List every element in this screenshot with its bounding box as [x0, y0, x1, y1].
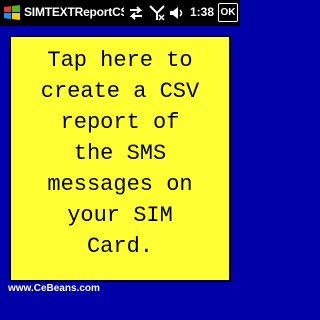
app-title: SIMTEXTReportCS — [24, 5, 124, 19]
windows-flag-icon[interactable] — [3, 4, 21, 22]
report-prompt-text: Tap here to create a CSV report of the S… — [40, 48, 200, 259]
volume-icon[interactable] — [168, 4, 186, 22]
screen: SIMTEXTReportCS 1:38 OK Tap here to crea… — [0, 0, 240, 320]
signal-off-icon[interactable] — [148, 4, 166, 22]
ok-button[interactable]: OK — [218, 3, 238, 22]
cebeans-website-link[interactable]: www.CeBeans.com — [8, 283, 100, 294]
create-csv-report-button[interactable]: Tap here to create a CSV report of the S… — [9, 35, 231, 282]
sync-arrows-icon[interactable] — [127, 4, 145, 22]
title-bar: SIMTEXTReportCS 1:38 OK — [0, 0, 240, 26]
clock[interactable]: 1:38 — [190, 5, 214, 19]
